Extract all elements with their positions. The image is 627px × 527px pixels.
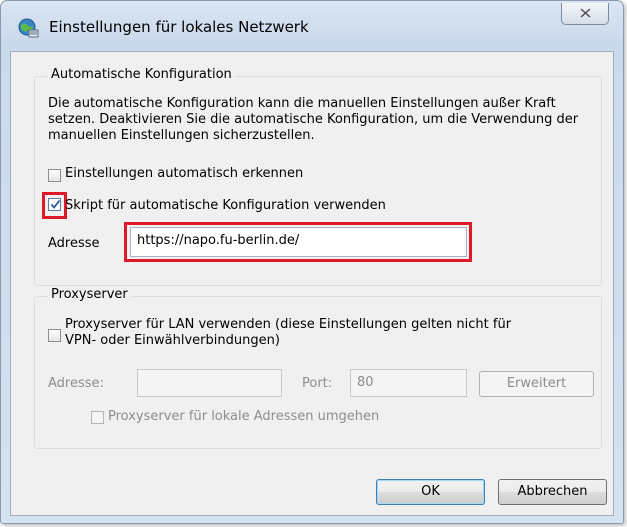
advanced-button[interactable]: Erweitert bbox=[479, 371, 594, 397]
window-title: Einstellungen für lokales Netzwerk bbox=[49, 18, 309, 36]
auto-config-group-title: Automatische Konfiguration bbox=[48, 67, 235, 82]
auto-config-description: Die automatische Konfiguration kann die … bbox=[48, 96, 579, 143]
proxy-address-input[interactable] bbox=[137, 369, 282, 397]
detect-settings-checkbox[interactable] bbox=[48, 169, 61, 182]
cancel-button[interactable]: Abbrechen bbox=[498, 479, 607, 505]
proxy-address-label: Adresse: bbox=[48, 376, 104, 391]
auto-config-script-checkbox[interactable] bbox=[48, 198, 61, 211]
proxy-port-input[interactable]: 80 bbox=[350, 369, 467, 397]
proxy-port-label: Port: bbox=[302, 376, 333, 391]
ok-button[interactable]: OK bbox=[376, 479, 485, 505]
script-address-label: Adresse bbox=[48, 236, 100, 251]
title-bar[interactable]: Einstellungen für lokales Netzwerk bbox=[1, 1, 623, 49]
close-x-icon bbox=[580, 8, 591, 18]
dialog-client-area: Automatische Konfiguration Die automatis… bbox=[10, 51, 614, 516]
script-address-input[interactable]: https://napo.fu-berlin.de/ bbox=[130, 227, 467, 257]
auto-config-script-label[interactable]: Skript für automatische Konfiguration ve… bbox=[65, 198, 386, 213]
network-globe-icon bbox=[17, 17, 39, 39]
bypass-local-checkbox[interactable] bbox=[91, 411, 104, 424]
lan-settings-dialog: Einstellungen für lokales Netzwerk Autom… bbox=[0, 0, 624, 524]
bypass-local-label[interactable]: Proxyserver für lokale Adressen umgehen bbox=[108, 409, 379, 424]
close-button[interactable] bbox=[561, 3, 609, 25]
proxy-server-group-title: Proxyserver bbox=[48, 287, 131, 302]
use-proxy-label-line2[interactable]: VPN- oder Einwählverbindungen) bbox=[65, 333, 280, 348]
checkmark-icon bbox=[50, 199, 61, 209]
use-proxy-checkbox[interactable] bbox=[48, 329, 61, 342]
detect-settings-label[interactable]: Einstellungen automatisch erkennen bbox=[65, 166, 303, 181]
use-proxy-label-line1[interactable]: Proxyserver für LAN verwenden (diese Ein… bbox=[65, 317, 511, 332]
